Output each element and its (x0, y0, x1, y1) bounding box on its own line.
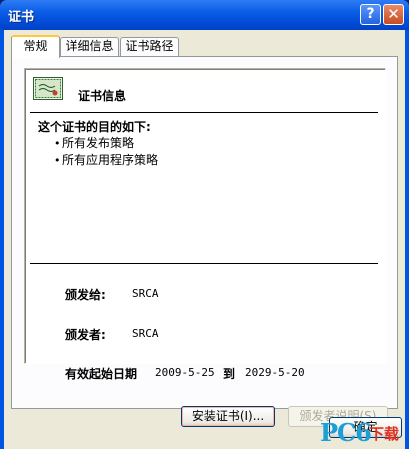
install-certificate-button[interactable]: 安装证书(I)... (181, 406, 275, 427)
valid-from-date: 2009-5-25 (155, 366, 215, 379)
tab-label: 证书路径 (125, 39, 174, 53)
validity-to-word: 到 (223, 367, 236, 381)
list-item: • 所有发布策略 (54, 135, 158, 152)
tab-details[interactable]: 详细信息 (60, 37, 119, 56)
issued-to-label: 颁发给: (65, 288, 106, 302)
certificate-info-heading: 证书信息 (78, 89, 127, 103)
issued-by-value: SRCA (132, 327, 159, 340)
validity-label: 有效起始日期 (65, 367, 138, 381)
divider (30, 263, 378, 264)
site-watermark-sub: 下载 (369, 425, 400, 443)
valid-to-date: 2029-5-20 (245, 366, 305, 379)
tab-label: 详细信息 (65, 39, 114, 53)
window-title: 证书 (8, 10, 35, 25)
close-button[interactable]: ✕ (383, 4, 404, 25)
general-tab-panel: 证书信息 这个证书的目的如下: • 所有发布策略 • 所有应用程序策略 颁发给: S… (11, 56, 398, 427)
purpose-list: • 所有发布策略 • 所有应用程序策略 (54, 135, 158, 169)
purpose-heading: 这个证书的目的如下: (38, 120, 151, 134)
help-button[interactable]: ? (360, 4, 381, 25)
bullet: • (54, 154, 61, 167)
list-item: • 所有应用程序策略 (54, 152, 158, 169)
close-icon: ✕ (387, 5, 400, 23)
bullet: • (54, 137, 61, 150)
help-icon: ? (366, 6, 375, 22)
tab-label: 常规 (23, 39, 48, 53)
dialog-client-area: 常规 详细信息 证书路径 证书信息 这个证书的目的如下: • 所有发布策略 • … (4, 30, 405, 449)
title-bar[interactable]: 证书 ? ✕ (0, 0, 409, 30)
issued-by-label: 颁发者: (65, 328, 106, 342)
certificate-icon (33, 77, 63, 100)
purpose-text: 所有发布策略 (62, 136, 135, 150)
issued-to-value: SRCA (132, 287, 159, 300)
tab-general[interactable]: 常规 (11, 35, 60, 58)
certificate-dialog: 证书 ? ✕ 常规 详细信息 证书路径 证书信息 这个证书的目的如下: • 所有… (0, 0, 409, 449)
certificate-info-box: 证书信息 这个证书的目的如下: • 所有发布策略 • 所有应用程序策略 颁发给: S… (24, 68, 386, 381)
tab-certification-path[interactable]: 证书路径 (120, 37, 179, 56)
site-watermark: PC6 (320, 418, 372, 447)
purpose-text: 所有应用程序策略 (62, 153, 159, 167)
divider (30, 112, 378, 113)
